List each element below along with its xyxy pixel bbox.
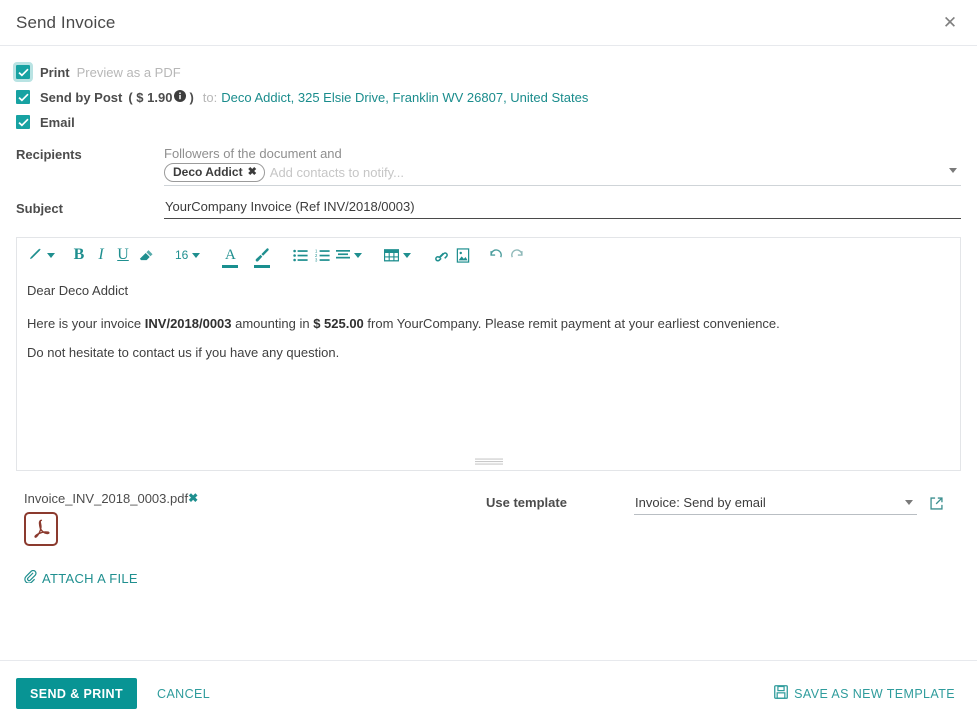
cancel-button[interactable]: CANCEL xyxy=(151,686,216,702)
ordered-list-icon[interactable]: 1 2 3 xyxy=(311,240,333,270)
subject-input[interactable] xyxy=(164,199,961,219)
address-to-label: to: xyxy=(202,89,218,105)
eraser-icon[interactable] xyxy=(134,240,156,270)
recipients-input[interactable]: Deco Addict ✖ Add contacts to notify... xyxy=(164,162,961,186)
body-greeting: Dear Deco Addict xyxy=(27,283,129,298)
checkbox-print[interactable] xyxy=(13,62,33,82)
paperclip-icon xyxy=(24,569,37,586)
checkbox-email[interactable] xyxy=(16,115,30,129)
external-link-icon[interactable] xyxy=(929,495,944,514)
chevron-down-icon xyxy=(47,252,55,258)
table-icon[interactable] xyxy=(381,240,414,270)
body-invoice-amount: $ 525.00 xyxy=(313,316,364,331)
page-title: Send Invoice xyxy=(16,12,116,32)
align-left-icon[interactable] xyxy=(333,240,365,270)
svg-text:3: 3 xyxy=(315,257,318,261)
option-row-email: Email xyxy=(16,110,961,134)
paint-brush-icon[interactable] xyxy=(251,240,273,270)
floppy-disk-icon xyxy=(774,685,789,702)
checkbox-send-by-post[interactable] xyxy=(16,90,30,104)
bold-button[interactable]: B xyxy=(68,240,90,270)
font-size-value: 16 xyxy=(175,248,189,262)
recipients-row: Recipients Followers of the document and… xyxy=(16,145,961,186)
send-and-print-button[interactable]: SEND & PRINT xyxy=(16,678,138,709)
check-icon xyxy=(18,118,29,127)
remove-attachment-icon[interactable]: ✖ xyxy=(188,491,198,505)
post-price: ( $ 1.90 xyxy=(128,89,173,105)
use-template-label: Use template xyxy=(486,495,567,510)
option-row-print: Print Preview as a PDF xyxy=(13,60,961,84)
email-body-editor: B I U 16 A 1 2 3 Dear Deco Addict Here i… xyxy=(16,237,961,471)
post-price-close: ) xyxy=(189,89,194,105)
redo-icon[interactable] xyxy=(506,240,528,270)
recipients-label: Recipients xyxy=(16,147,82,162)
font-color-label: A xyxy=(224,246,236,263)
dialog-footer: SEND & PRINT CANCEL SAVE AS NEW TEMPLATE xyxy=(0,660,977,726)
body-text-part-2: amounting in xyxy=(231,316,314,331)
template-select[interactable]: Invoice: Send by email xyxy=(634,495,917,515)
recipients-control: Followers of the document and Deco Addic… xyxy=(164,145,961,186)
attachment-row: Invoice_INV_2018_0003.pdf ✖ xyxy=(24,491,486,506)
dialog-body: Print Preview as a PDF Send by Post ( $ … xyxy=(0,46,977,654)
chevron-down-icon[interactable] xyxy=(949,168,957,173)
body-closing: Do not hesitate to contact us if you hav… xyxy=(27,345,340,360)
option-label-email: Email xyxy=(40,114,75,130)
recipient-tag-label: Deco Addict xyxy=(173,165,243,179)
email-body-content[interactable]: Dear Deco Addict Here is your invoice IN… xyxy=(17,272,960,361)
subject-label: Subject xyxy=(16,201,63,216)
option-sub-print: Preview as a PDF xyxy=(76,64,181,80)
close-icon[interactable]: ✕ xyxy=(937,10,963,36)
check-icon xyxy=(18,93,29,102)
subject-row: Subject xyxy=(16,199,961,219)
info-icon[interactable] xyxy=(174,89,187,105)
body-text-part-1: Here is your invoice xyxy=(27,316,145,331)
highlight-color-swatch xyxy=(254,265,271,268)
underline-button[interactable]: U xyxy=(112,240,134,270)
send-invoice-dialog: Send Invoice ✕ Print Preview as a PDF Se… xyxy=(0,0,977,726)
template-column: Use template Invoice: Send by email xyxy=(486,491,961,586)
body-text-part-3: from YourCompany. Please remit payment a… xyxy=(363,316,780,331)
editor-toolbar: B I U 16 A 1 2 3 xyxy=(17,238,960,272)
italic-button[interactable]: I xyxy=(90,240,112,270)
attach-a-file-label: ATTACH A FILE xyxy=(42,570,138,586)
chevron-down-icon xyxy=(192,252,201,258)
option-label-send-by-post: Send by Post xyxy=(40,89,123,105)
recipient-address-link[interactable]: Deco Addict, 325 Elsie Drive, Franklin W… xyxy=(221,90,588,105)
image-icon[interactable] xyxy=(452,240,474,270)
dialog-header: Send Invoice ✕ xyxy=(0,0,977,46)
body-invoice-ref: INV/2018/0003 xyxy=(144,316,232,331)
pdf-file-icon[interactable] xyxy=(24,512,58,546)
check-icon xyxy=(18,68,29,77)
save-as-new-template-button[interactable]: SAVE AS NEW TEMPLATE xyxy=(768,684,961,703)
unordered-list-icon[interactable] xyxy=(289,240,311,270)
template-control: Invoice: Send by email xyxy=(634,495,917,515)
chevron-down-icon[interactable] xyxy=(905,500,913,505)
attachment-column: Invoice_INV_2018_0003.pdf ✖ ATTACH A FIL… xyxy=(16,491,486,586)
link-icon[interactable] xyxy=(430,240,452,270)
attachment-filename: Invoice_INV_2018_0003.pdf xyxy=(24,491,189,506)
option-label-print: Print xyxy=(40,64,70,80)
lower-section: Invoice_INV_2018_0003.pdf ✖ ATTACH A FIL… xyxy=(16,491,961,586)
magic-wand-icon[interactable] xyxy=(25,240,58,270)
chevron-down-icon xyxy=(403,252,412,258)
undo-icon[interactable] xyxy=(484,240,506,270)
subject-control xyxy=(164,199,961,219)
font-color-button[interactable]: A xyxy=(219,240,241,270)
editor-resize-handle[interactable] xyxy=(17,458,960,467)
font-color-swatch xyxy=(222,265,239,268)
chevron-down-icon xyxy=(354,252,363,258)
recipients-placeholder: Add contacts to notify... xyxy=(269,165,404,180)
save-as-new-template-label: SAVE AS NEW TEMPLATE xyxy=(794,686,955,701)
font-size-selector[interactable]: 16 xyxy=(172,240,203,270)
option-row-send-by-post: Send by Post ( $ 1.90 ) to: Deco Addict,… xyxy=(16,85,961,109)
remove-tag-icon[interactable]: ✖ xyxy=(248,165,257,179)
body-paragraph-invoice: Here is your invoice INV/2018/0003 amoun… xyxy=(27,315,950,332)
recipient-tag[interactable]: Deco Addict ✖ xyxy=(164,163,265,182)
attach-a-file-button[interactable]: ATTACH A FILE xyxy=(24,569,138,586)
followers-note: Followers of the document and xyxy=(164,146,342,161)
